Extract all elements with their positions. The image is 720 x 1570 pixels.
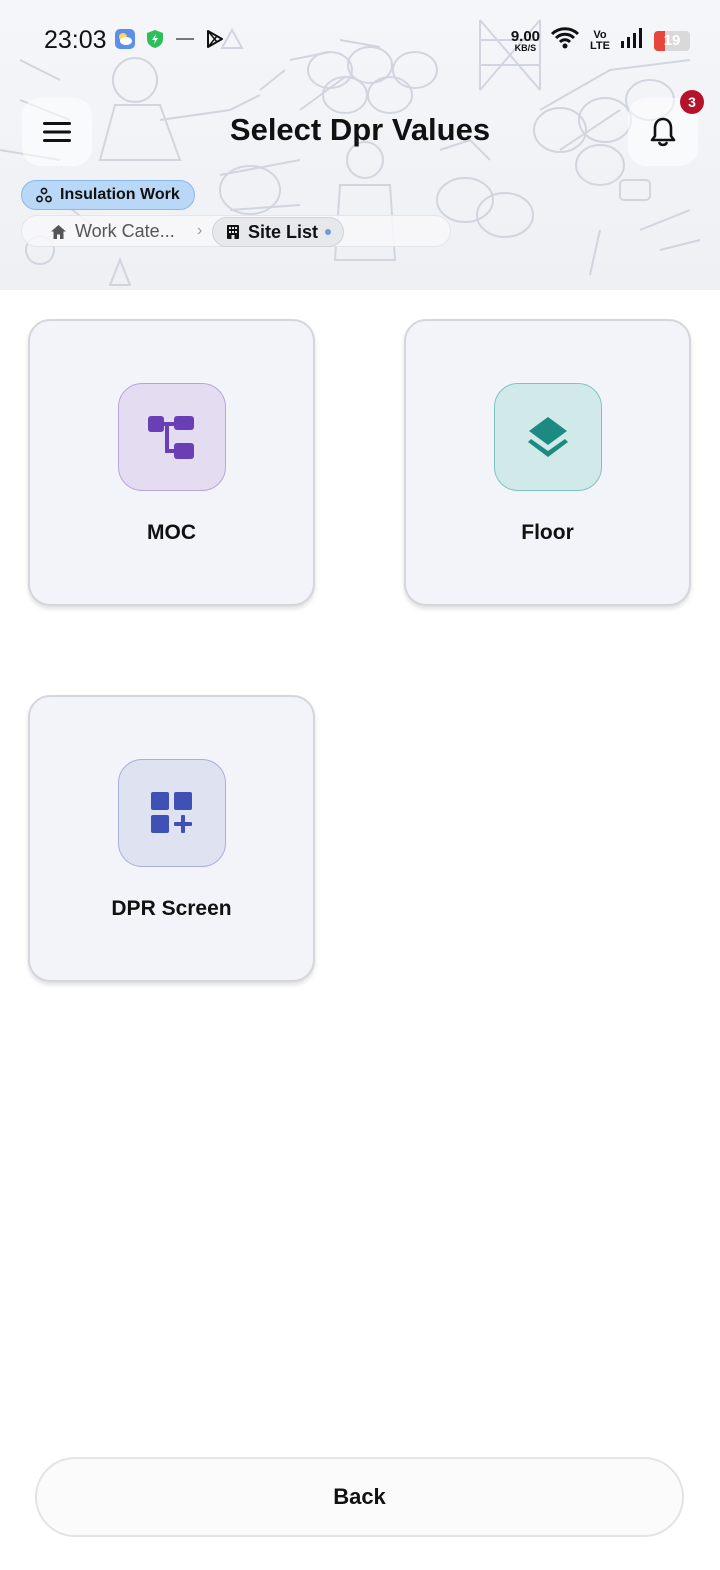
card-dpr-screen-icon-box [118,759,226,867]
volte-bottom: LTE [590,39,610,52]
network-speed-value: 9.00 [510,27,541,45]
weather-icon [114,28,136,50]
breadcrumb-separator: › [197,222,203,239]
status-notification-icons [114,28,226,50]
status-time: 23:03 [44,26,107,54]
dashboard-add-icon [151,792,192,833]
card-floor[interactable]: Floor [404,319,691,606]
battery-level: 19 [663,32,681,49]
home-icon [51,224,66,239]
building-icon [227,225,239,239]
back-button[interactable]: Back [35,1457,684,1537]
card-floor-icon-box [494,383,602,491]
battery-icon: 19 [654,30,690,51]
card-floor-label: Floor [521,521,574,544]
play-store-icon [204,28,226,50]
layers-icon [528,417,568,457]
wifi-icon [550,26,580,55]
card-dpr-screen-label: DPR Screen [111,897,232,920]
category-chip[interactable]: Insulation Work [21,180,195,210]
breadcrumb-current[interactable]: Site List [212,217,345,247]
breadcrumb-home[interactable]: Work Cate... [50,221,175,242]
dash-icon [174,28,196,50]
breadcrumb-current-label: Site List [248,221,319,242]
card-dpr-screen[interactable]: DPR Screen [28,695,315,982]
bell-icon [650,117,676,147]
category-chip-label: Insulation Work [60,186,180,203]
signal-icon [620,27,644,54]
breadcrumb-home-label: Work Cate... [75,221,175,241]
page-title: Select Dpr Values [229,112,491,147]
breadcrumb: Work Cate... › Site List [21,215,451,247]
hierarchy-icon [148,416,194,459]
network-speed: 9.00 KB/S [511,29,540,53]
volte-indicator: Vo LTE [590,28,610,52]
card-moc[interactable]: MOC [28,319,315,606]
status-bar: 23:03 9.00 KB/S Vo LTE 19 [0,0,720,80]
group-icon [36,187,52,203]
card-moc-icon-box [118,383,226,491]
card-moc-label: MOC [147,521,196,544]
volte-top: Vo [593,28,607,41]
shield-icon [144,28,166,50]
current-indicator-dot [325,229,332,235]
notification-badge: 3 [680,90,704,114]
network-speed-unit: KB/S [514,42,537,53]
status-system-icons: 9.00 KB/S Vo LTE 19 [511,26,690,55]
